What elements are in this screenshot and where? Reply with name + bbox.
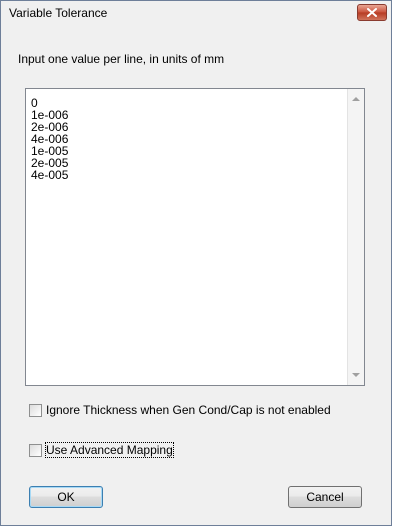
cancel-button-label: Cancel bbox=[306, 490, 344, 504]
tolerance-values-text: 0 1e-006 2e-006 4e-006 1e-005 2e-005 4e-005 bbox=[31, 97, 68, 181]
ignore-thickness-label[interactable]: Ignore Thickness when Gen Cond/Cap is no… bbox=[46, 403, 331, 417]
scroll-down-arrow-icon[interactable] bbox=[352, 373, 360, 377]
ignore-thickness-option[interactable]: Ignore Thickness when Gen Cond/Cap is no… bbox=[29, 403, 331, 417]
advanced-mapping-label[interactable]: Use Advanced Mapping bbox=[45, 442, 174, 458]
tolerance-value-line: 4e-005 bbox=[31, 168, 69, 182]
ok-button[interactable]: OK bbox=[29, 486, 103, 508]
scroll-up-arrow-icon[interactable] bbox=[352, 97, 360, 101]
vertical-scrollbar[interactable] bbox=[347, 89, 364, 385]
ok-button-label: OK bbox=[57, 490, 75, 504]
tolerance-values-textarea[interactable]: 0 1e-006 2e-006 4e-006 1e-005 2e-005 4e-005 bbox=[25, 88, 365, 386]
cancel-button[interactable]: Cancel bbox=[288, 486, 362, 508]
advanced-mapping-checkbox[interactable] bbox=[29, 443, 42, 457]
window-title: Variable Tolerance bbox=[9, 6, 108, 20]
close-button[interactable] bbox=[357, 4, 387, 21]
title-bar[interactable]: Variable Tolerance bbox=[1, 1, 391, 25]
close-icon bbox=[367, 6, 377, 20]
advanced-mapping-option[interactable]: Use Advanced Mapping bbox=[29, 442, 174, 458]
ignore-thickness-checkbox[interactable] bbox=[29, 403, 42, 417]
instruction-label: Input one value per line, in units of mm bbox=[18, 52, 225, 66]
